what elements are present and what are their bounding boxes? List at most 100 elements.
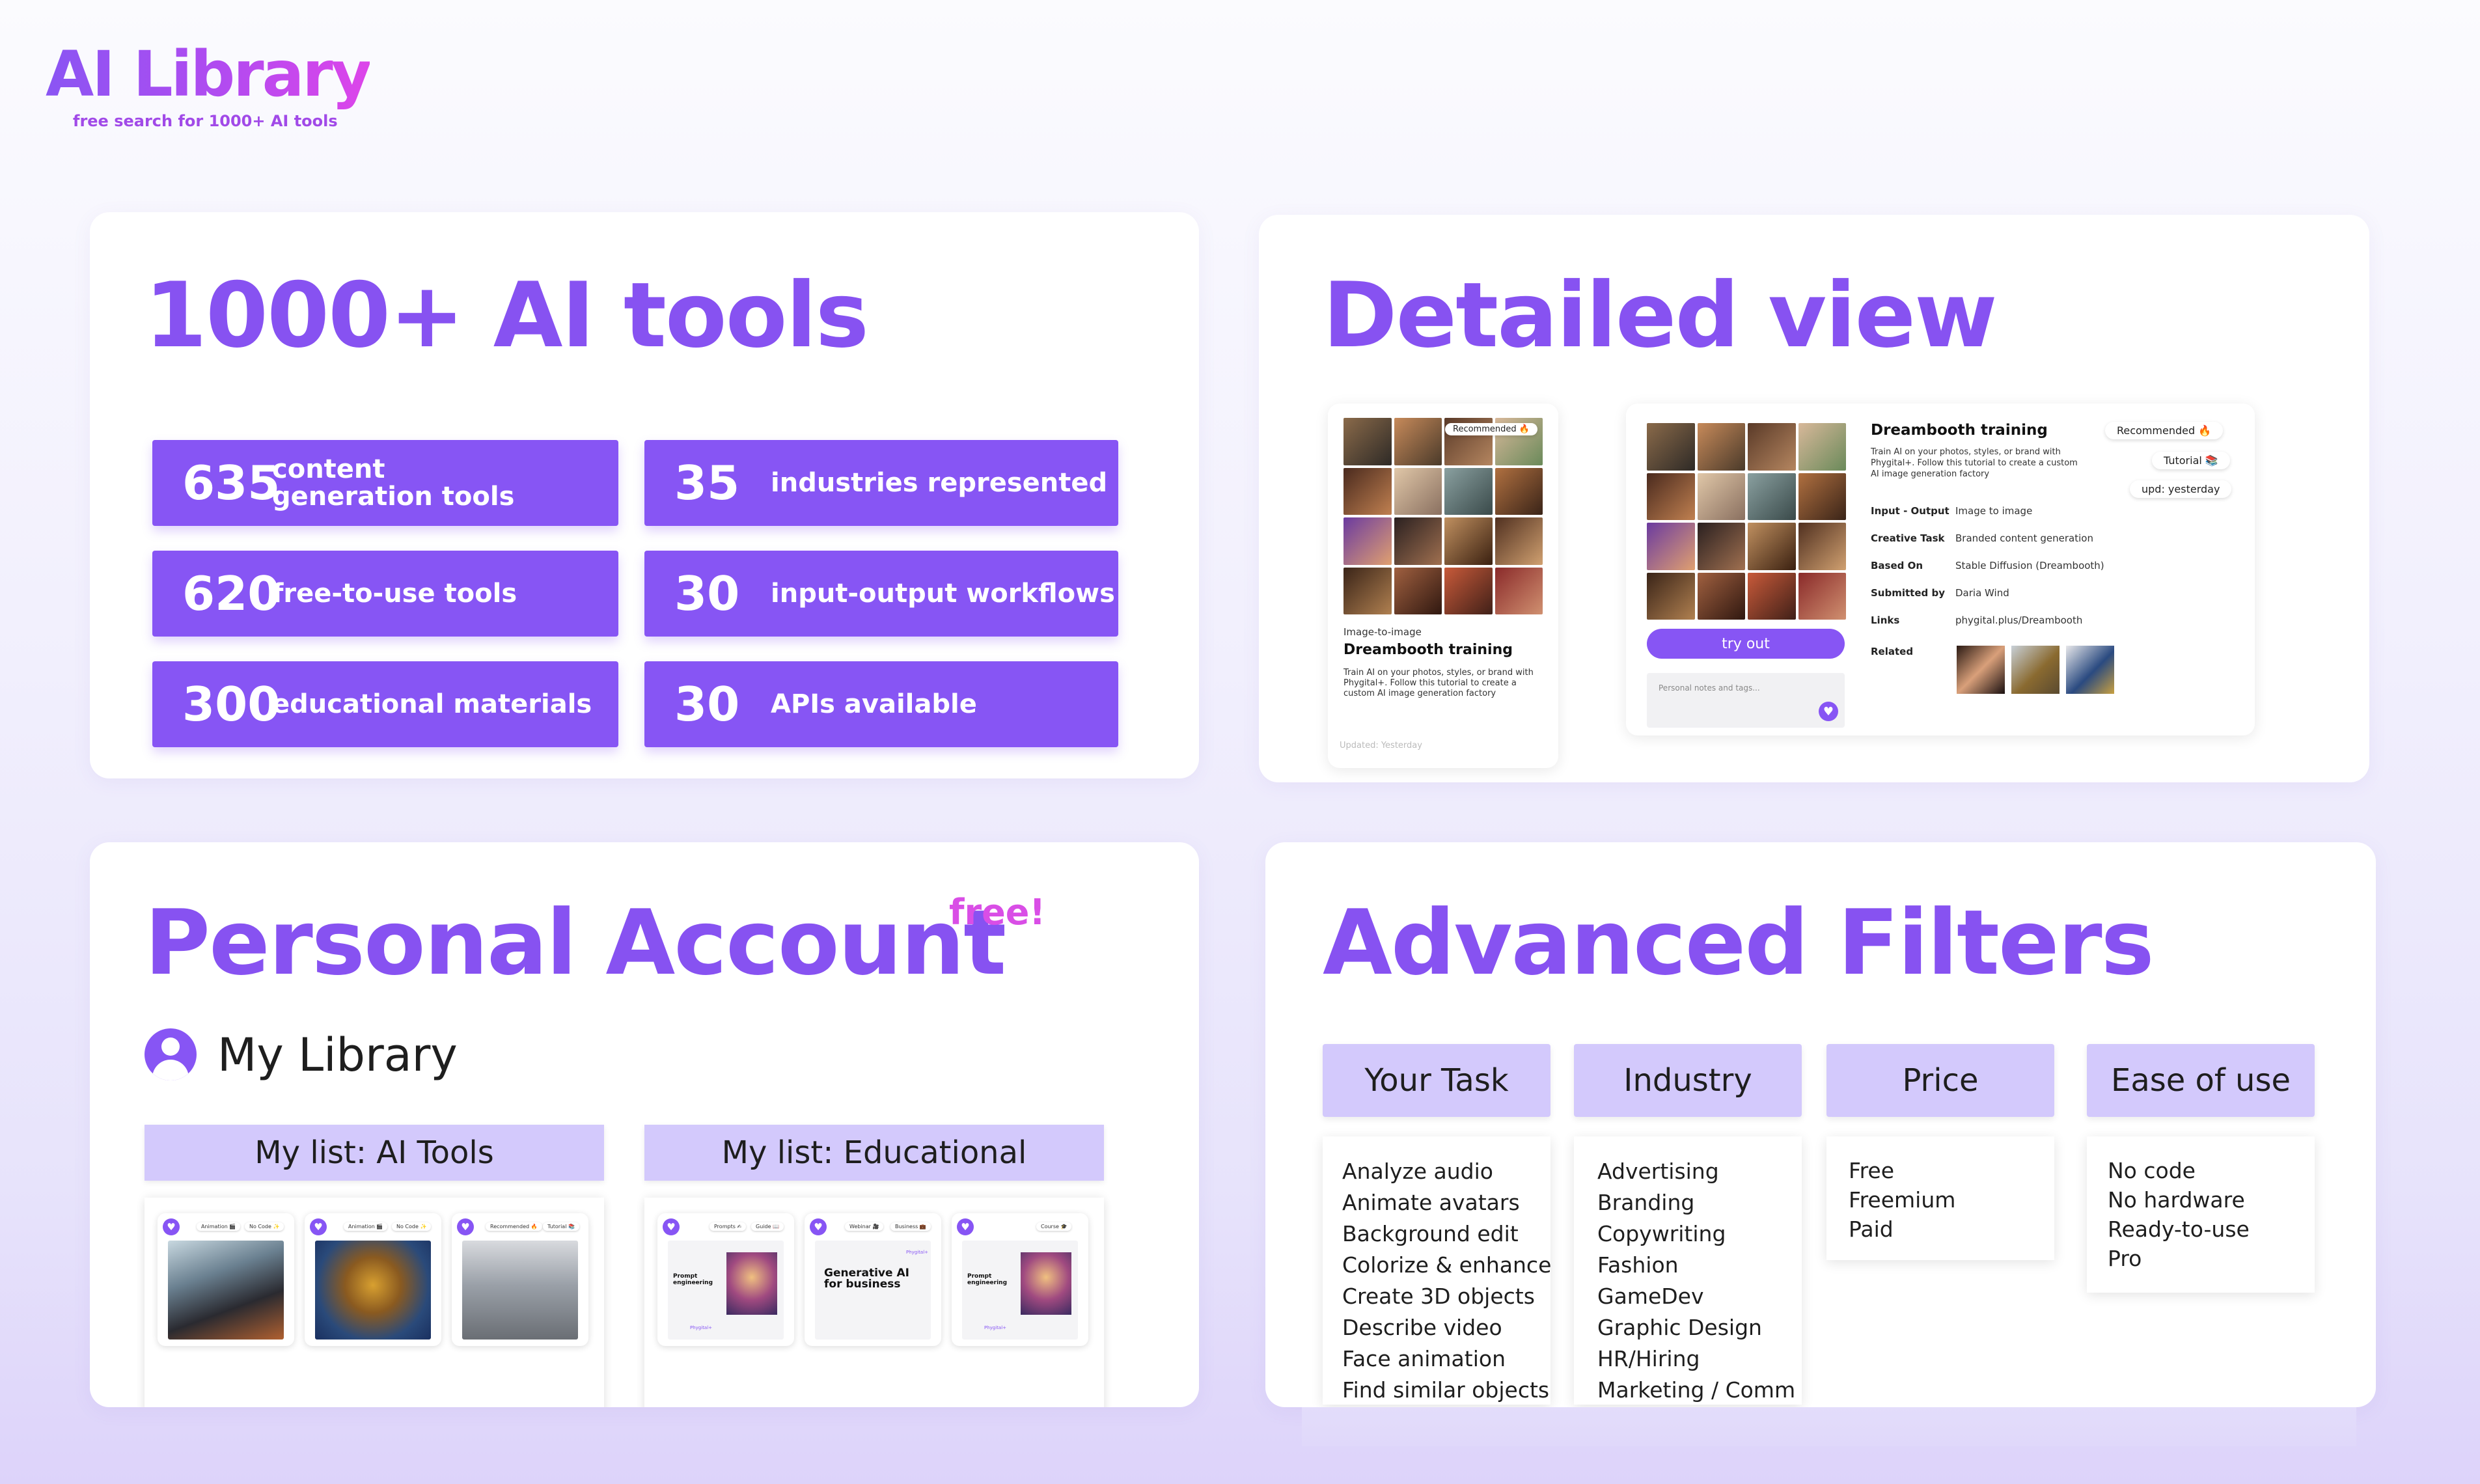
related-thumb-portrait[interactable] <box>1957 646 2005 694</box>
list-item[interactable]: ♥ Recommended 🔥 Tutorial 📚 <box>452 1213 588 1346</box>
list-item[interactable]: ♥ Animation 🎬 No Code ✨ <box>305 1213 441 1346</box>
field-value: Daria Wind <box>1955 587 2009 599</box>
filter-header-price[interactable]: Price <box>1826 1044 2054 1117</box>
heart-icon[interactable]: ♥ <box>663 1218 680 1235</box>
item-brand: Phygital+ <box>906 1250 929 1255</box>
tag: Business 💼 <box>890 1222 931 1231</box>
brand-subtitle: free search for 1000+ AI tools <box>73 112 338 130</box>
list-panel-ai-tools: ♥ Animation 🎬 No Code ✨ ♥ Animation 🎬 No… <box>145 1198 604 1407</box>
list-item[interactable]: ♥ Animation 🎬 No Code ✨ <box>158 1213 294 1346</box>
heart-icon[interactable]: ♥ <box>957 1218 974 1235</box>
list-item[interactable]: ♥ Webinar 🎥 Business 💼 Generative AI for… <box>805 1213 941 1346</box>
stat-label: industries represented <box>771 468 1108 498</box>
item-image <box>315 1241 431 1340</box>
try-out-button[interactable]: try out <box>1647 629 1845 659</box>
tool-description: Train AI on your photos, styles, or bran… <box>1343 668 1534 698</box>
tool-preview-image <box>1343 418 1543 614</box>
field-value: Branded content generation <box>1955 532 2093 544</box>
personal-notes-field[interactable]: Personal notes and tags... ♥ <box>1647 673 1845 728</box>
field-key: Creative Task <box>1871 532 1945 544</box>
detail-card: Detailed view Recommended 🔥 Image-to-ima… <box>1259 215 2369 782</box>
stat-free-tools: 620 free-to-use tools <box>152 551 618 637</box>
field-key: Submitted by <box>1871 587 1945 599</box>
list-header-ai-tools[interactable]: My list: AI Tools <box>145 1125 604 1181</box>
stat-number: 30 <box>674 677 740 732</box>
related-thumb-robot[interactable] <box>2011 646 2060 694</box>
filter-header-ease[interactable]: Ease of use <box>2087 1044 2315 1117</box>
tag: Recommended 🔥 <box>486 1222 542 1231</box>
stat-label: input-output workflows <box>771 579 1115 609</box>
recommended-pill: Recommended 🔥 <box>2105 422 2224 439</box>
filter-option[interactable]: HR/Hiring <box>1597 1343 1782 1375</box>
filter-option[interactable]: Freemium <box>1849 1185 2035 1215</box>
tool-detail-image <box>1647 423 1846 620</box>
tag: Prompts ✍ <box>710 1222 747 1231</box>
filter-option[interactable]: Marketing / Comm <box>1597 1375 1795 1405</box>
tag: No Code ✨ <box>392 1222 432 1231</box>
my-library-label[interactable]: My Library <box>217 1028 458 1082</box>
related-label: Related <box>1871 646 1914 657</box>
item-image: Prompt engineering Phygital+ <box>962 1241 1078 1340</box>
filter-list-price: Free Freemium Paid <box>1826 1136 2054 1260</box>
tool-category: Image-to-image <box>1343 626 1422 638</box>
tag: Animation 🎬 <box>197 1222 241 1231</box>
list-header-educational[interactable]: My list: Educational <box>644 1125 1104 1181</box>
stat-number: 620 <box>182 566 281 621</box>
list-item[interactable]: ♥ Course 🎓 Prompt engineering Phygital+ <box>952 1213 1088 1346</box>
field-value: Image to image <box>1955 505 2033 517</box>
heart-icon[interactable]: ♥ <box>810 1218 827 1235</box>
item-heading: Prompt engineering <box>967 1273 1008 1286</box>
filter-option[interactable]: Describe video <box>1342 1312 1531 1343</box>
stat-number: 635 <box>182 456 281 510</box>
tutorial-pill: Tutorial 📚 <box>2152 452 2230 469</box>
item-heading: Generative AI for business <box>824 1267 909 1291</box>
tag: Course 🎓 <box>1036 1222 1072 1231</box>
filter-option[interactable]: Ready-to-use <box>2108 1215 2295 1244</box>
item-image <box>168 1241 284 1340</box>
filter-option[interactable]: Paid <box>1849 1215 2035 1244</box>
filter-header-task[interactable]: Your Task <box>1323 1044 1550 1117</box>
field-key: Input - Output <box>1871 505 1950 517</box>
detail-tool-description: Train AI on your photos, styles, or bran… <box>1871 447 2078 479</box>
links-value[interactable]: phygital.plus/Dreambooth <box>1955 614 2082 626</box>
filter-option[interactable]: Fashion <box>1597 1250 1782 1281</box>
brand-title: AI Library <box>46 38 372 111</box>
heart-icon[interactable]: ♥ <box>1819 702 1838 721</box>
filter-option[interactable]: Find similar objects <box>1342 1375 1549 1405</box>
filter-option[interactable]: Copywriting <box>1597 1218 1782 1250</box>
filter-list-task: Analyze audio Animate avatars Background… <box>1323 1136 1550 1405</box>
detail-tool-name: Dreambooth training <box>1871 422 2048 439</box>
filter-option[interactable]: Animate avatars <box>1342 1187 1531 1218</box>
item-image: Prompt engineering Phygital+ <box>668 1241 784 1340</box>
filter-option[interactable]: Create 3D objects <box>1342 1281 1535 1312</box>
tag: Guide 📖 <box>751 1222 784 1231</box>
filter-option[interactable]: No code <box>2108 1156 2295 1185</box>
tool-name: Dreambooth training <box>1343 642 1513 658</box>
list-item[interactable]: ♥ Prompts ✍ Guide 📖 Prompt engineering P… <box>657 1213 794 1346</box>
filters-title: Advanced Filters <box>1323 890 2155 995</box>
tool-card-small[interactable]: Recommended 🔥 Image-to-image Dreambooth … <box>1328 404 1558 768</box>
stat-industries: 35 industries represented <box>644 440 1118 526</box>
related-thumb-bag[interactable] <box>2066 646 2114 694</box>
filter-option[interactable]: Analyze audio <box>1342 1156 1531 1187</box>
heart-icon[interactable]: ♥ <box>310 1218 327 1235</box>
filter-option[interactable]: Background edit <box>1342 1218 1531 1250</box>
filter-option[interactable]: No hardware <box>2108 1185 2295 1215</box>
filter-option[interactable]: Colorize & enhance <box>1342 1250 1550 1281</box>
brand-logo[interactable]: AI Library free search for 1000+ AI tool… <box>46 38 372 130</box>
filter-option[interactable]: Free <box>1849 1156 2035 1185</box>
heart-icon[interactable]: ♥ <box>457 1218 474 1235</box>
stat-label: content generation tools <box>272 454 515 512</box>
filter-option[interactable]: Pro <box>2108 1244 2295 1273</box>
filter-option[interactable]: Branding <box>1597 1187 1782 1218</box>
filter-option[interactable]: Face animation <box>1342 1343 1531 1375</box>
account-card: Personal Account free! My Library My lis… <box>90 842 1199 1407</box>
tools-title: 1000+ AI tools <box>145 263 869 368</box>
filter-header-industry[interactable]: Industry <box>1574 1044 1802 1117</box>
stat-content-generation: 635 content generation tools <box>152 440 618 526</box>
filter-option[interactable]: Advertising <box>1597 1156 1782 1187</box>
filter-option[interactable]: GameDev <box>1597 1281 1782 1312</box>
heart-icon[interactable]: ♥ <box>163 1218 180 1235</box>
user-icon[interactable] <box>145 1028 197 1080</box>
filter-option[interactable]: Graphic Design <box>1597 1312 1782 1343</box>
